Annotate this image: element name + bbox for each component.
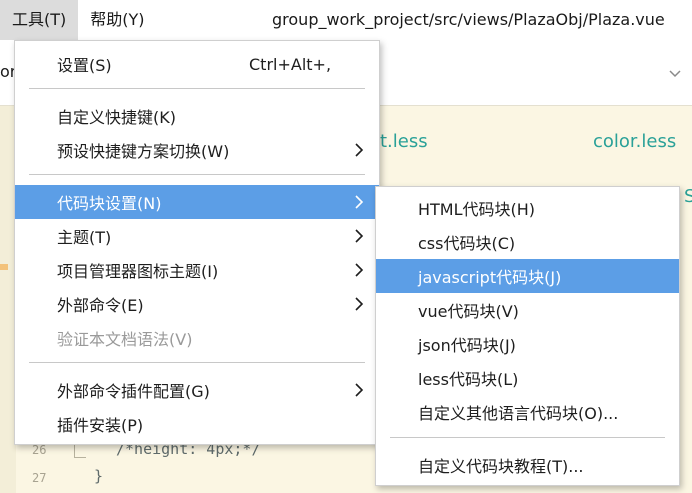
menu-separator bbox=[29, 88, 365, 89]
chevron-right-icon bbox=[353, 263, 365, 277]
menu-item-custom-shortcuts[interactable]: 自定义快捷键(K) bbox=[15, 99, 379, 133]
menu-item-theme[interactable]: 主题(T) bbox=[15, 219, 379, 253]
change-marker bbox=[0, 264, 8, 270]
menu-item-label: 插件安装(P) bbox=[57, 416, 144, 435]
file-link-color-less[interactable]: color.less bbox=[593, 131, 676, 152]
menu-tools[interactable]: 工具(T) bbox=[0, 0, 79, 40]
chevron-down-icon[interactable] bbox=[668, 66, 682, 80]
chevron-right-icon bbox=[353, 297, 365, 311]
menu-item-label: 外部命令(E) bbox=[57, 296, 144, 315]
line-number: 27 bbox=[32, 471, 47, 485]
line-number: 26 bbox=[32, 443, 47, 457]
menu-item-label: HTML代码块(H) bbox=[418, 200, 536, 219]
submenu-item-html[interactable]: HTML代码块(H) bbox=[376, 191, 679, 225]
file-link-fragment[interactable]: S bbox=[684, 186, 692, 207]
submenu-item-css[interactable]: css代码块(C) bbox=[376, 225, 679, 259]
menu-item-plugin-config[interactable]: 外部命令插件配置(G) bbox=[15, 373, 379, 407]
menu-item-label: 自定义其他语言代码块(O)... bbox=[418, 404, 619, 423]
tools-menu: 设置(S) Ctrl+Alt+, 自定义快捷键(K) 预设快捷键方案切换(W) … bbox=[14, 40, 380, 445]
menu-item-icon-theme[interactable]: 项目管理器图标主题(I) bbox=[15, 253, 379, 287]
window-title: group_work_project/src/views/PlazaObj/Pl… bbox=[272, 10, 665, 29]
chevron-right-icon bbox=[353, 195, 365, 209]
menu-item-label: 代码块设置(N) bbox=[57, 194, 162, 213]
menu-item-settings[interactable]: 设置(S) Ctrl+Alt+, bbox=[15, 47, 379, 81]
menu-item-plugin-install[interactable]: 插件安装(P) bbox=[15, 407, 379, 441]
menu-item-label: 预设快捷键方案切换(W) bbox=[57, 142, 230, 161]
menu-item-label: 自定义快捷键(K) bbox=[57, 108, 176, 127]
menu-separator bbox=[29, 174, 365, 175]
menu-item-label: 外部命令插件配置(G) bbox=[57, 382, 210, 401]
menu-item-label: javascript代码块(J) bbox=[418, 268, 562, 287]
submenu-item-custom-language[interactable]: 自定义其他语言代码块(O)... bbox=[376, 395, 679, 429]
submenu-item-vue[interactable]: vue代码块(V) bbox=[376, 293, 679, 327]
menu-item-validate-syntax: 验证本文档语法(V) bbox=[15, 321, 379, 355]
menu-item-label: 主题(T) bbox=[57, 228, 112, 247]
submenu-item-json[interactable]: json代码块(J) bbox=[376, 327, 679, 361]
menu-separator bbox=[390, 437, 665, 438]
menu-item-label: 验证本文档语法(V) bbox=[57, 330, 193, 349]
menu-item-label: vue代码块(V) bbox=[418, 302, 519, 321]
shortcut-label: Ctrl+Alt+, bbox=[249, 54, 332, 74]
menu-item-external-commands[interactable]: 外部命令(E) bbox=[15, 287, 379, 321]
menu-item-label: 项目管理器图标主题(I) bbox=[57, 262, 219, 281]
submenu-item-javascript[interactable]: javascript代码块(J) bbox=[376, 259, 679, 293]
submenu-item-snippet-tutorial[interactable]: 自定义代码块教程(T)... bbox=[376, 448, 679, 482]
menu-item-label: less代码块(L) bbox=[418, 370, 519, 389]
menu-item-label: css代码块(C) bbox=[418, 234, 516, 253]
snippet-submenu: HTML代码块(H) css代码块(C) javascript代码块(J) vu… bbox=[375, 186, 680, 486]
chevron-right-icon bbox=[353, 383, 365, 397]
chevron-right-icon bbox=[353, 229, 365, 243]
menu-separator bbox=[29, 362, 365, 363]
file-link-less[interactable]: t.less bbox=[380, 131, 428, 152]
menu-item-label: 设置(S) bbox=[57, 56, 112, 75]
menu-item-label: json代码块(J) bbox=[418, 336, 516, 355]
menu-item-snippet-settings[interactable]: 代码块设置(N) bbox=[15, 185, 379, 219]
menu-item-shortcut-scheme[interactable]: 预设快捷键方案切换(W) bbox=[15, 133, 379, 167]
submenu-item-less[interactable]: less代码块(L) bbox=[376, 361, 679, 395]
chevron-right-icon bbox=[353, 143, 365, 157]
code-line[interactable]: } bbox=[94, 467, 103, 485]
menu-help[interactable]: 帮助(Y) bbox=[78, 0, 156, 40]
menu-item-label: 自定义代码块教程(T)... bbox=[418, 457, 584, 476]
